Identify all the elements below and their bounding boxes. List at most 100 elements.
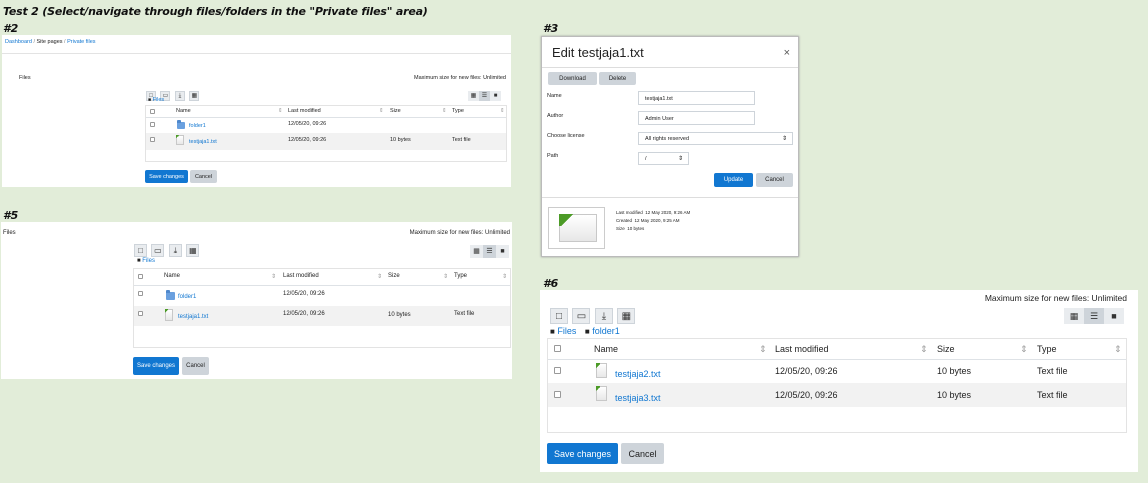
table-row[interactable]: testjaja2.txt 12/05/20, 09:26 10 bytes T… [548,360,1126,383]
cancel-button[interactable]: Cancel [756,173,793,187]
close-icon[interactable]: × [784,47,790,59]
update-button[interactable]: Update [714,173,753,187]
view-switcher: ▦ ☰ ■ [1064,306,1124,324]
breadcrumb-dashboard[interactable]: Dashboard [5,39,32,45]
sort-icon[interactable]: ⇕ [759,344,767,355]
column-type[interactable]: Type [1037,344,1057,354]
breadcrumb-separator: / [33,39,35,45]
path-files-link[interactable]: Files [557,326,576,336]
select-all-checkbox[interactable] [138,274,143,279]
download-icon[interactable]: ⤓ [168,244,182,257]
table-row[interactable]: testjaja1.txt 12/05/20, 09:26 10 bytes T… [146,133,506,150]
select-arrows-icon: ⇕ [677,156,683,162]
path-files-link[interactable]: Files [142,258,155,264]
new-folder-icon[interactable]: ▭ [151,244,165,257]
tree-view-icon[interactable]: ■ [1104,308,1124,324]
sort-icon[interactable]: ⇕ [1114,344,1122,355]
list-view-icon[interactable]: ☰ [479,91,490,101]
author-field[interactable]: Admin User [638,111,755,125]
list-view-icon[interactable]: ☰ [483,245,496,258]
sort-icon[interactable]: ⇕ [271,273,276,280]
text-file-icon [559,214,597,242]
list-view-icon[interactable]: ☰ [1084,308,1104,324]
new-folder-icon[interactable]: ▭ [572,308,591,324]
sort-icon[interactable]: ⇕ [920,344,928,355]
file-name[interactable]: testjaja1.txt [189,139,217,145]
delete-button[interactable]: Delete [599,72,636,85]
row-checkbox[interactable] [150,122,155,127]
row-checkbox[interactable] [138,311,143,316]
sort-icon[interactable]: ⇕ [1020,344,1028,355]
table-row[interactable]: folder1 12/05/20, 09:26 [134,286,510,304]
trash-icon[interactable]: ▦ [186,244,200,257]
file-name[interactable]: folder1 [189,123,206,129]
path-select[interactable]: / ⇕ [638,152,689,165]
sort-icon[interactable]: ⇕ [443,273,448,280]
file-name[interactable]: testjaja1.txt [178,314,208,320]
row-checkbox[interactable] [150,137,155,142]
folder-icon[interactable] [177,120,185,129]
path-folder1-link[interactable]: folder1 [592,326,620,336]
download-icon[interactable]: ⤓ [594,308,613,324]
file-name[interactable]: folder1 [178,294,196,300]
tree-view-icon[interactable]: ■ [496,245,509,258]
sort-icon[interactable]: ⇕ [377,273,382,280]
new-file-icon[interactable]: □ [550,308,568,324]
name-field[interactable]: testjaja1.txt [638,91,755,105]
text-file-icon[interactable] [596,386,607,401]
text-file-icon[interactable] [165,309,173,321]
file-name[interactable]: testjaja3.txt [615,393,661,403]
new-file-icon[interactable]: □ [134,244,147,257]
column-modified[interactable]: Last modified [283,273,319,279]
column-modified[interactable]: Last modified [775,344,829,354]
author-label: Author [547,113,564,119]
cancel-button[interactable]: Cancel [182,357,209,375]
sort-icon[interactable]: ⇕ [379,108,384,114]
path-files-link[interactable]: Files [153,97,165,103]
select-all-checkbox[interactable] [554,345,561,352]
trash-icon[interactable]: ▦ [617,308,636,324]
cancel-button[interactable]: Cancel [190,170,217,183]
download-icon[interactable]: ⤓ [174,91,185,101]
folder-icon[interactable] [166,290,175,300]
sort-icon[interactable]: ⇕ [502,273,507,280]
folder-icon: ■ [550,327,555,336]
grid-view-icon[interactable]: ▦ [470,245,483,258]
sort-icon[interactable]: ⇕ [442,108,447,114]
save-button[interactable]: Save changes [145,170,188,183]
sort-icon[interactable]: ⇕ [500,108,505,114]
sort-icon[interactable]: ⇕ [278,108,283,114]
column-size[interactable]: Size [390,108,401,114]
column-type[interactable]: Type [454,273,467,279]
column-modified[interactable]: Last modified [288,108,321,114]
license-select[interactable]: All rights reserved ⇕ [638,132,793,145]
size-value: 10 bytes [627,226,645,231]
cancel-button[interactable]: Cancel [621,443,664,464]
save-button[interactable]: Save changes [547,443,618,464]
column-name[interactable]: Name [594,344,618,354]
row-checkbox[interactable] [138,291,143,296]
column-name[interactable]: Name [176,108,191,114]
column-type[interactable]: Type [452,108,464,114]
save-button[interactable]: Save changes [133,357,179,375]
select-all-checkbox[interactable] [150,109,155,114]
file-name[interactable]: testjaja2.txt [615,369,661,379]
column-name[interactable]: Name [164,273,180,279]
tree-view-icon[interactable]: ■ [490,91,501,101]
trash-icon[interactable]: ▦ [189,91,200,101]
table-header: Name ⇕ Last modified ⇕ Size ⇕ Type ⇕ [548,339,1126,360]
column-size[interactable]: Size [388,273,400,279]
row-checkbox[interactable] [554,367,561,374]
table-row[interactable]: folder1 12/05/20, 09:26 [146,118,506,133]
text-file-icon[interactable] [596,363,607,378]
table-row[interactable]: testjaja1.txt 12/05/20, 09:26 10 bytes T… [134,306,510,326]
row-checkbox[interactable] [554,391,561,398]
screenshot-label-2: #2 [3,22,19,35]
table-row[interactable]: testjaja3.txt 12/05/20, 09:26 10 bytes T… [548,383,1126,407]
text-file-icon[interactable] [176,135,184,145]
column-size[interactable]: Size [937,344,955,354]
grid-view-icon[interactable]: ▦ [1064,308,1084,324]
download-button[interactable]: Download [548,72,597,85]
breadcrumb-private-files[interactable]: Private files [67,39,95,45]
grid-view-icon[interactable]: ▦ [468,91,479,101]
